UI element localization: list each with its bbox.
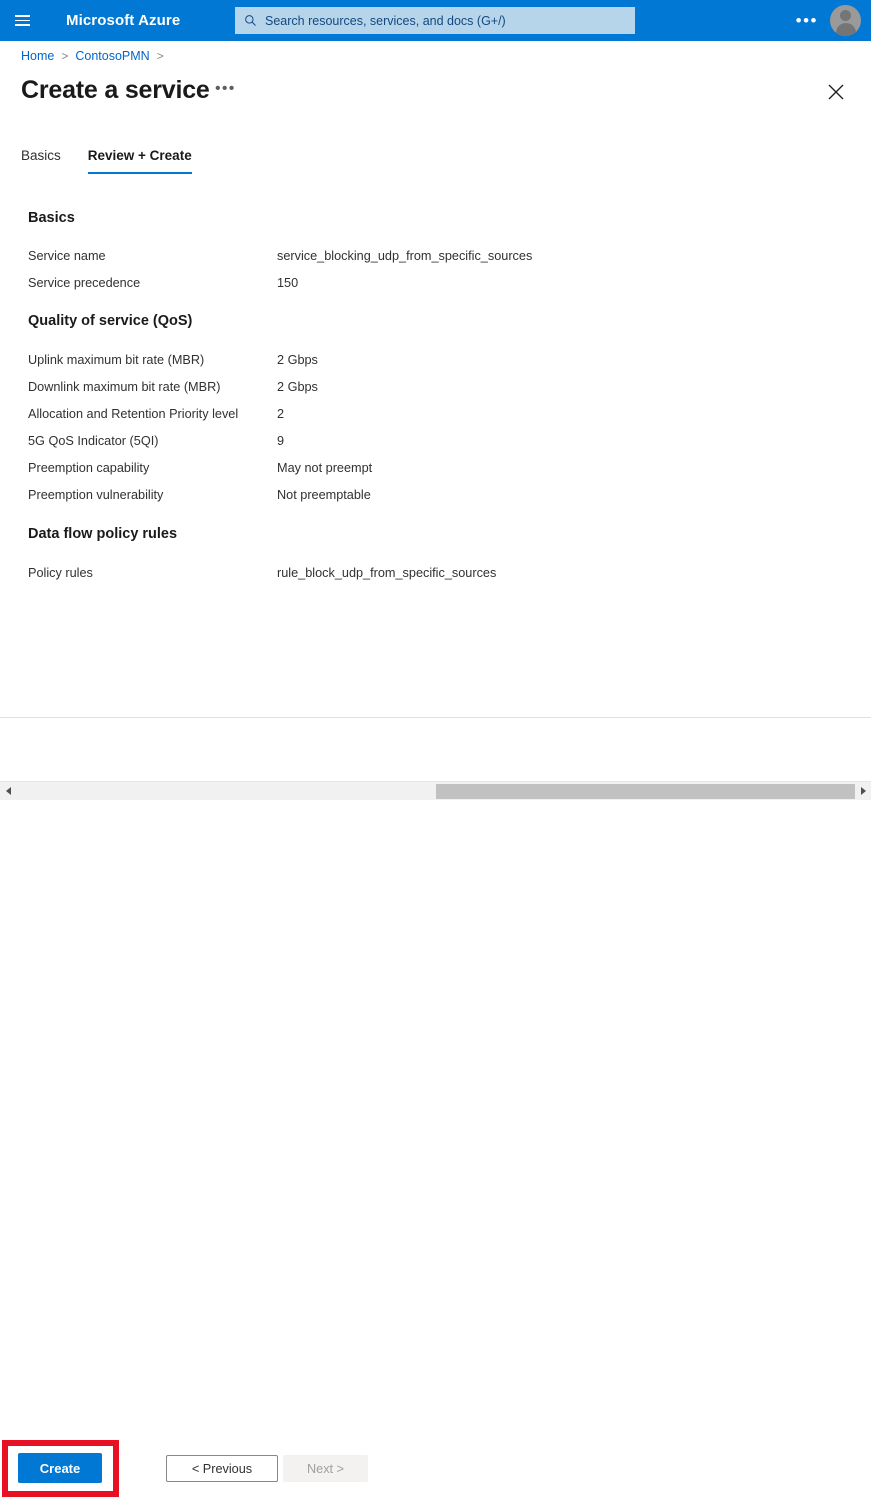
tab-review-create[interactable]: Review + Create <box>87 148 192 174</box>
close-icon[interactable] <box>826 82 846 102</box>
row-value-downlink-mbr: 2 Gbps <box>277 380 318 394</box>
row-value-service-name: service_blocking_udp_from_specific_sourc… <box>277 249 533 263</box>
top-navigation-bar: Microsoft Azure Search resources, servic… <box>0 0 871 41</box>
global-search-input[interactable]: Search resources, services, and docs (G+… <box>235 7 635 34</box>
row-label-preemption-vulnerability: Preemption vulnerability <box>28 488 164 502</box>
search-icon <box>245 15 256 26</box>
breadcrumb-separator-icon: > <box>61 49 69 63</box>
row-label-uplink-mbr: Uplink maximum bit rate (MBR) <box>28 353 205 367</box>
tab-basics[interactable]: Basics <box>21 148 61 174</box>
top-bar-right-group: ••• <box>784 0 871 41</box>
row-value-uplink-mbr: 2 Gbps <box>277 353 318 367</box>
row-label-5qi: 5G QoS Indicator (5QI) <box>28 434 159 448</box>
section-heading-data-flow-policy-rules: Data flow policy rules <box>28 526 178 542</box>
row-label-arp-level: Allocation and Retention Priority level <box>28 407 239 421</box>
user-avatar-icon[interactable] <box>830 5 861 36</box>
row-value-preemption-capability: May not preempt <box>277 461 373 475</box>
row-label-downlink-mbr: Downlink maximum bit rate (MBR) <box>28 380 221 394</box>
search-placeholder-text: Search resources, services, and docs (G+… <box>265 13 506 28</box>
create-button[interactable]: Create <box>18 1453 102 1483</box>
row-label-policy-rules: Policy rules <box>28 566 93 580</box>
tab-list: Basics Review + Create <box>21 148 192 174</box>
row-value-policy-rules: rule_block_udp_from_specific_sources <box>277 566 497 580</box>
breadcrumb: Home > ContosoPMN > <box>21 49 164 63</box>
section-heading-qos: Quality of service (QoS) <box>28 313 193 329</box>
row-value-service-precedence: 150 <box>277 276 299 290</box>
row-value-5qi: 9 <box>277 434 285 448</box>
top-more-options-icon[interactable]: ••• <box>784 12 830 29</box>
breadcrumb-item-contosopmn[interactable]: ContosoPMN <box>75 49 149 63</box>
row-label-preemption-capability: Preemption capability <box>28 461 150 475</box>
next-button: Next > <box>283 1455 368 1482</box>
row-value-arp-level: 2 <box>277 407 285 421</box>
footer-action-bar: Create < Previous Next > <box>0 718 871 1497</box>
breadcrumb-item-home[interactable]: Home <box>21 49 54 63</box>
horizontal-scrollbar[interactable] <box>0 781 871 800</box>
row-label-service-precedence: Service precedence <box>28 276 141 290</box>
scrollbar-thumb[interactable] <box>436 783 855 799</box>
row-label-service-name: Service name <box>28 249 106 263</box>
azure-brand-label[interactable]: Microsoft Azure <box>66 12 180 29</box>
row-value-preemption-vulnerability: Not preemptable <box>277 488 371 502</box>
scrollbar-track[interactable] <box>16 782 855 801</box>
breadcrumb-separator-icon-2: > <box>156 49 164 63</box>
caret-left-icon[interactable] <box>0 782 16 801</box>
section-heading-basics: Basics <box>28 210 75 226</box>
page-more-options-icon[interactable]: ••• <box>215 81 236 97</box>
previous-button[interactable]: < Previous <box>166 1455 278 1482</box>
page-title: Create a service <box>21 76 210 104</box>
hamburger-menu-icon[interactable] <box>0 0 44 41</box>
caret-right-icon[interactable] <box>855 782 871 801</box>
